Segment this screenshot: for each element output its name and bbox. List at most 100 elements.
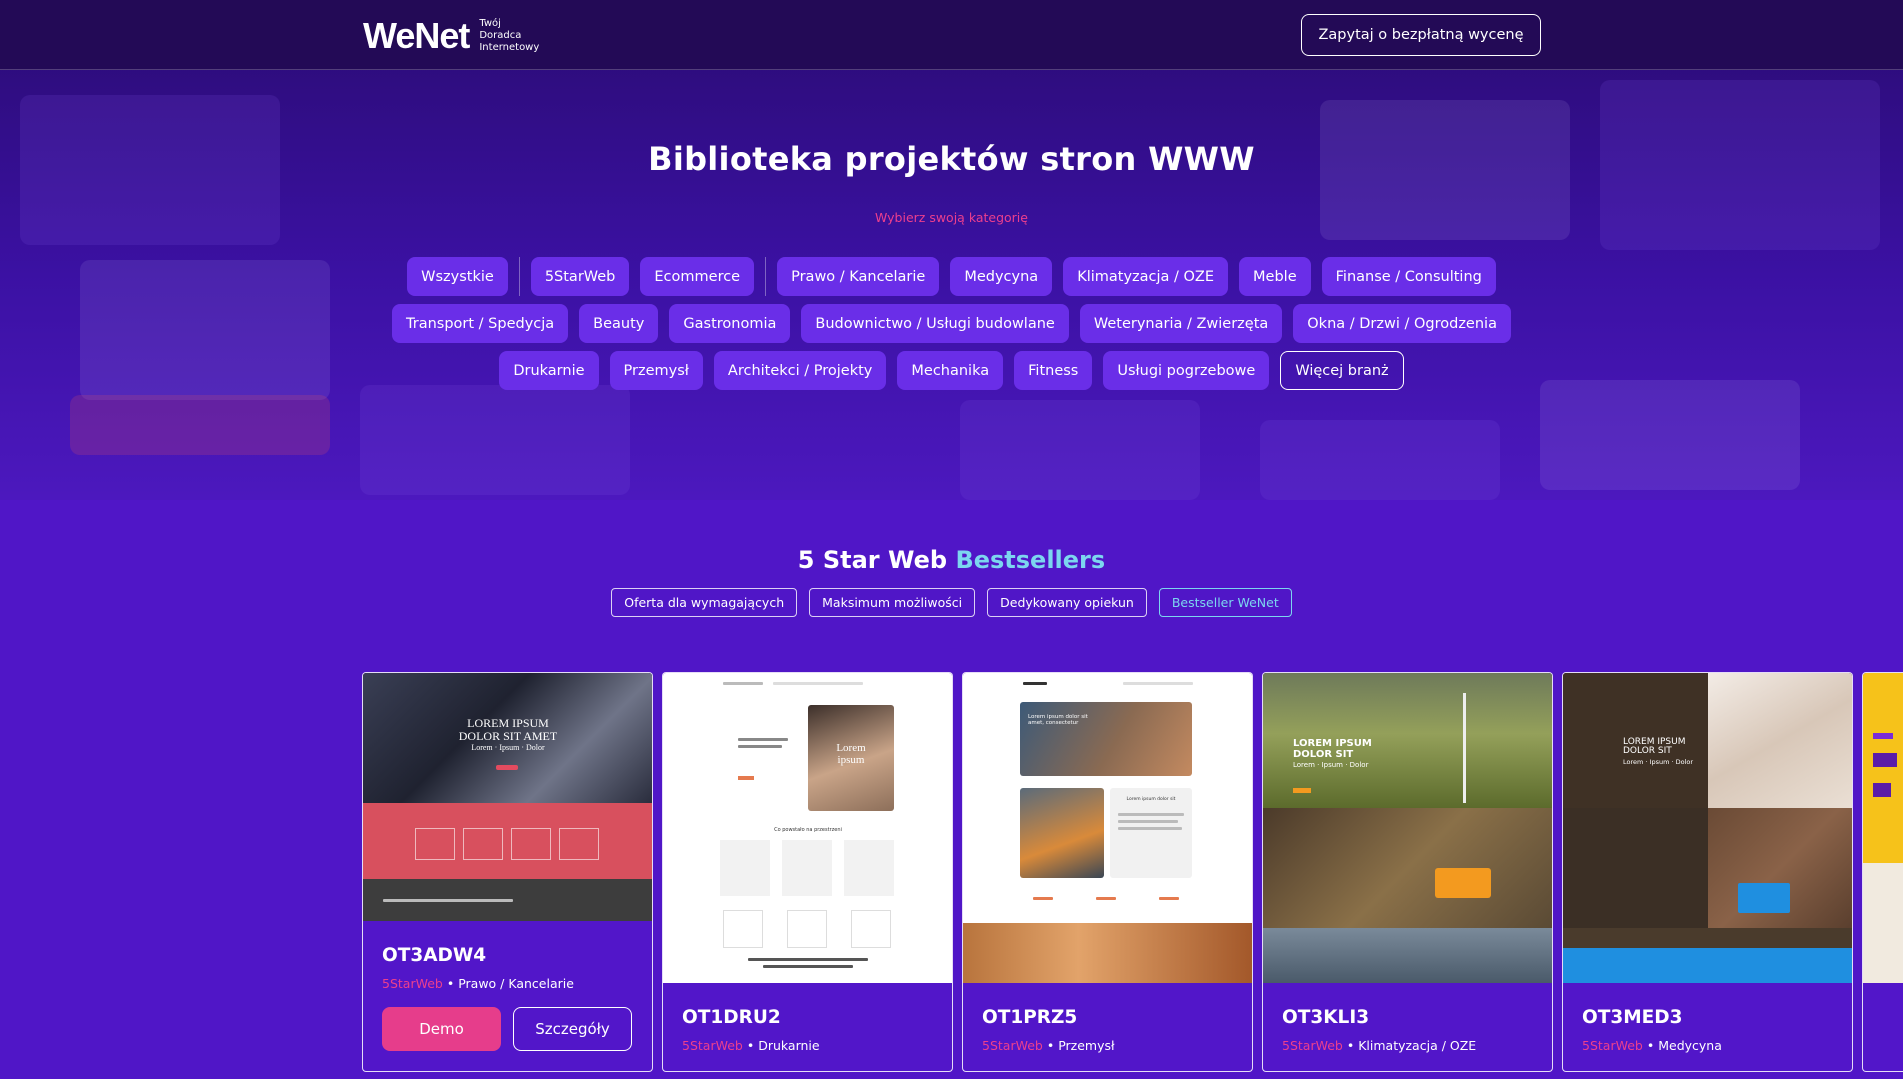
category-chip-funeral[interactable]: Usługi pogrzebowe [1103,351,1270,390]
tag-max-possibilities[interactable]: Maksimum możliwości [809,588,976,617]
category-chip-all[interactable]: Wszystkie [407,257,508,296]
category-chip-furniture[interactable]: Meble [1239,257,1311,296]
divider [765,257,767,296]
background-mockup [360,385,630,495]
category-chip-windows-doors[interactable]: Okna / Drzwi / Ogrodzenia [1293,304,1511,343]
logo-tagline: Twój Doradca Internetowy [479,18,539,54]
project-code: OT1DRU2 [682,1007,781,1028]
preview-headline: LOREM IPSUM DOLOR SIT Lorem · Ipsum · Do… [1623,737,1708,766]
preview-button [738,776,754,780]
preview-text-line [1873,733,1893,739]
project-preview[interactable]: Lorem ipsum dolor sit amet, consectetur … [963,673,1252,983]
preview-nav [1123,682,1193,685]
category-chip-5starweb[interactable]: 5StarWeb [530,257,630,296]
separator-dot: • [1346,1038,1355,1053]
project-brand: 5StarWeb [1582,1038,1643,1053]
preview-text-line [1118,827,1182,830]
preview-product-tile [782,840,832,896]
category-chip-fitness[interactable]: Fitness [1014,351,1093,390]
category-chip-printing[interactable]: Drukarnie [499,351,599,390]
preview-feature-box [463,828,503,860]
card-info: OT3ADW4 5StarWeb • Prawo / Kancelarie [382,945,574,991]
project-category: Prawo / Kancelarie [458,976,574,991]
separator-dot: • [1046,1038,1055,1053]
wenet-logo[interactable]: WeNet Twój Doradca Internetowy [363,18,539,54]
preview-nav [723,682,763,685]
project-card[interactable]: Lorem ipsum dolor sit amet, consectetur … [962,672,1253,1072]
preview-image [1863,863,1903,983]
preview-subline: Lorem · Ipsum · Dolor [471,743,545,753]
preview-headline: Lorem ipsum dolor sit amet, consectetur [1028,714,1118,727]
project-brand: 5StarWeb [682,1038,743,1053]
preview-headline-line: amet, consectetur [1028,719,1079,726]
preview-headline-line: DOLOR SIT AMET [458,728,558,743]
card-info: OT1PRZ5 5StarWeb • Przemysł [982,1007,1115,1053]
category-chip-veterinary[interactable]: Weterynaria / Zwierzęta [1079,304,1283,343]
preview-stat-box [723,910,763,948]
category-chip-medicine[interactable]: Medycyna [950,257,1053,296]
category-chip-construction[interactable]: Budownictwo / Usługi budowlane [801,304,1069,343]
preview-subline: Lorem · Ipsum · Dolor [1623,757,1694,766]
preview-headline: LOREM IPSUM DOLOR SIT Lorem · Ipsum · Do… [1293,738,1403,769]
preview-section-title: Co powstało na przestrzeni [774,827,842,833]
category-chip-beauty[interactable]: Beauty [579,304,659,343]
project-card[interactable]: LOREM IPSUM DOLOR SIT Lorem · Ipsum · Do… [1262,672,1553,1072]
project-preview[interactable]: LOREM IPSUM DOLOR SIT Lorem · Ipsum · Do… [1563,673,1852,983]
preview-text-line [738,745,782,748]
preview-text-line [1118,813,1184,816]
project-category: Przemysł [1058,1038,1115,1053]
separator-dot: • [1646,1038,1655,1053]
project-card-partial[interactable] [1862,672,1903,1072]
card-info: OT1DRU2 5StarWeb • Drukarnie [682,1007,820,1053]
project-meta: 5StarWeb • Prawo / Kancelarie [382,976,574,991]
free-quote-button[interactable]: Zapytaj o bezpłatną wycenę [1301,14,1541,56]
project-preview[interactable] [1863,673,1903,983]
project-brand: 5StarWeb [382,976,443,991]
category-chip-mechanics[interactable]: Mechanika [897,351,1004,390]
tag-demanding-offer[interactable]: Oferta dla wymagających [611,588,798,617]
preview-headline-line: LOREM IPSUM [1293,738,1372,749]
project-meta: 5StarWeb • Drukarnie [682,1038,820,1053]
preview-stat-box [787,910,827,948]
category-chip-transport[interactable]: Transport / Spedycja [392,304,569,343]
category-chip-hvac[interactable]: Klimatyzacja / OZE [1063,257,1229,296]
preview-stat [1033,897,1053,900]
preview-product-tile [844,840,894,896]
preview-text-line [748,958,868,961]
preview-headline: Lorem ipsum [808,742,894,766]
category-chip-industry[interactable]: Przemysł [609,351,703,390]
project-card[interactable]: Lorem ipsum Co powstało na przestrzeni O… [662,672,953,1072]
preview-text-line [763,965,853,968]
tag-dedicated-advisor[interactable]: Dedykowany opiekun [987,588,1147,617]
preview-text-line [1118,820,1178,823]
preview-features-band [363,803,652,879]
preview-headline-line: LOREM IPSUM [467,716,549,730]
logo-tagline-line: Twój [479,18,501,29]
details-button[interactable]: Szczegóły [513,1007,632,1051]
category-chip-gastronomy[interactable]: Gastronomia [669,304,791,343]
project-preview[interactable]: LOREM IPSUM DOLOR SIT AMET Lorem · Ipsum… [363,673,652,921]
logo-wordmark: WeNet [363,15,470,56]
category-chip-finance[interactable]: Finanse / Consulting [1321,257,1496,296]
preview-text-block [1873,783,1891,797]
category-chip-architects[interactable]: Architekci / Projekty [713,351,887,390]
logo-tagline-line: Internetowy [479,42,540,53]
tag-bestseller-wenet[interactable]: Bestseller WeNet [1158,588,1292,617]
preview-cta-box [1738,883,1790,913]
preview-text-block [1873,753,1897,767]
project-card[interactable]: LOREM IPSUM DOLOR SIT AMET Lorem · Ipsum… [362,672,653,1072]
more-categories-button[interactable]: Więcej branż [1280,351,1404,390]
preview-stat [1096,897,1116,900]
category-chip-ecommerce[interactable]: Ecommerce [640,257,755,296]
project-preview[interactable]: LOREM IPSUM DOLOR SIT Lorem · Ipsum · Do… [1263,673,1552,983]
preview-button [496,765,518,770]
category-chip-law[interactable]: Prawo / Kancelarie [777,257,940,296]
background-mockup [70,395,330,455]
demo-button[interactable]: Demo [382,1007,501,1051]
divider [518,257,520,296]
preview-worker-image [1020,788,1104,878]
preview-footer-image [963,923,1252,983]
project-card[interactable]: LOREM IPSUM DOLOR SIT Lorem · Ipsum · Do… [1562,672,1853,1072]
background-mockup [1540,380,1800,490]
project-preview[interactable]: Lorem ipsum Co powstało na przestrzeni [663,673,952,983]
